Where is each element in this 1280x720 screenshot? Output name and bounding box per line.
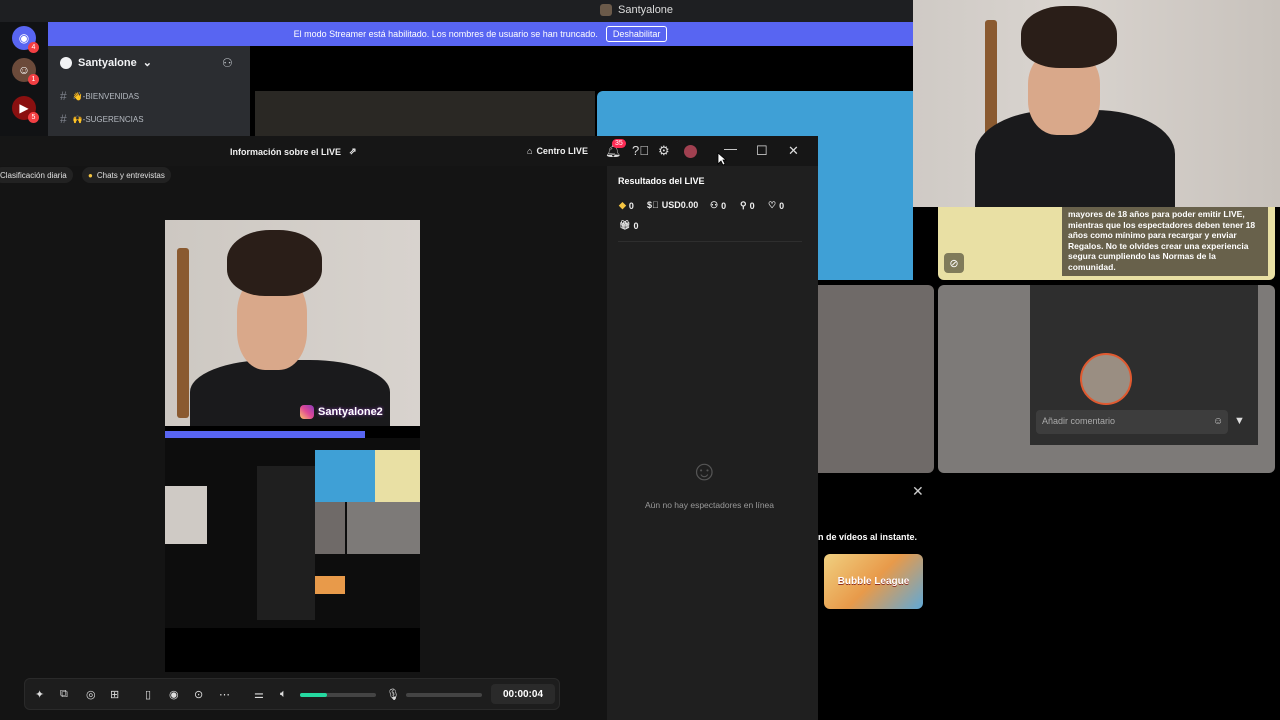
live-info-link[interactable]: Información sobre el LIVE ⇗ [230,146,357,157]
discord-window-title: Santyalone [600,4,673,16]
mic-muted-icon: ⊘ [944,253,964,273]
add-source-icon[interactable]: ⊞ [110,688,119,701]
help-icon[interactable]: ?⃝ [632,143,649,158]
likes-stat: ♡ 0 [768,200,785,211]
coin-icon: ● [88,170,93,180]
preview-tile [315,576,345,594]
disable-streamer-mode-button[interactable]: Deshabilitar [605,26,668,42]
person-hair [227,230,322,296]
effects-icon[interactable]: ◎ [86,688,96,701]
server-icon[interactable]: ▶ 5 [12,96,39,123]
channel-item[interactable]: # 👋-BIENVENIDAS [60,89,139,103]
unread-badge: 5 [28,112,39,123]
discord-home-icon[interactable]: ◉ 4 [12,26,39,53]
close-icon[interactable]: ✕ [912,483,924,500]
volume-level [300,693,327,697]
preview-tile [165,486,207,544]
speaker-icon[interactable]: 🔈︎ [280,688,287,701]
diamonds-stat: ◆ 0 [619,200,634,211]
live-center-button[interactable]: ⌂ Centro LIVE [527,146,588,156]
live-results-panel [607,166,818,720]
emoji-icon[interactable]: ☺ [1213,416,1223,427]
avatar [1080,353,1132,405]
instagram-overlay: Santyalone2 [300,405,383,419]
server-icon[interactable]: ☺ 1 [12,58,39,85]
stream-tile[interactable]: mayores de 18 años para poder emitir LIV… [938,207,1275,280]
share-icon: ⇗ [349,146,357,156]
record-icon[interactable]: ◉ [169,688,179,701]
gear-icon[interactable]: ⚙ [658,143,670,159]
results-title: Resultados del LIVE [618,176,705,186]
layout-icon[interactable]: ⧉ [60,688,68,701]
notification-badge: 35 [612,139,626,148]
preview-tile [315,502,345,554]
server-header[interactable]: Santyalone ⌄ [60,56,152,69]
preview-tile [315,450,375,502]
gifts-stat: 🎁︎ 0 [619,220,639,231]
person-hair [1021,6,1117,68]
phone-icon[interactable]: ▯ [145,688,151,701]
maximize-icon[interactable]: ☐ [756,143,768,159]
close-icon[interactable]: ✕ [788,143,799,159]
heart-icon: ♡ [768,200,777,210]
preview-tile [375,450,420,502]
unread-badge: 1 [28,74,39,85]
chats-chip[interactable]: ● Chats y entrevistas [82,167,171,183]
preview-tile [257,466,315,620]
dollar-icon: $⃝ [647,200,659,210]
share-icon: ⚲ [740,200,747,210]
filter-icon[interactable]: ▼ [1234,415,1245,427]
preview-webcam [165,220,420,426]
daily-ranking-chip[interactable]: Clasificación diaria [0,167,73,183]
live-notice-text: mayores de 18 años para poder emitir LIV… [1062,207,1268,276]
guitar [177,248,189,418]
users-icon: ⚇ [710,200,719,210]
stream-tile[interactable] [818,285,934,473]
webcam-feed [913,0,1280,207]
microphone-icon[interactable]: 🎙︎ [386,688,400,701]
server-icon [60,56,72,69]
preview-banner [165,431,365,438]
preview-screen-capture [165,438,420,628]
viewers-stat: ⚇ 0 [710,200,727,211]
shares-stat: ⚲ 0 [740,200,755,211]
mixer-icon[interactable]: ⚌ [254,688,264,701]
unread-badge: 4 [28,42,39,53]
camera-icon[interactable]: ⊙ [194,688,203,701]
discord-server-rail: ◉ 4 ☺ 1 ▶ 5 [0,22,48,142]
more-icon[interactable]: ⋯ [219,688,230,701]
preview-tile [347,502,420,554]
divider [618,241,802,242]
live-timer: 00:00:04 [491,684,555,704]
promo-game-image[interactable]: Bubble League [824,554,923,609]
server-avatar [600,4,612,16]
diamond-icon: ◆ [619,200,626,210]
stream-tile[interactable] [255,91,595,136]
empty-viewers-icon: ☺ [690,455,719,486]
banner-text: El modo Streamer está habilitado. Los no… [293,29,598,39]
mic-slider[interactable] [406,693,482,697]
add-member-icon[interactable]: ⚇ [222,56,233,70]
instagram-icon [300,405,314,419]
hash-icon: # [60,89,67,103]
promo-text: n de vídeos al instante. [818,532,918,542]
mouse-cursor-icon [717,152,727,166]
hash-icon: # [60,112,67,126]
home-icon: ⌂ [527,146,533,156]
comment-input[interactable]: Añadir comentario [1036,410,1228,434]
discord-titlebar [0,0,913,22]
streamer-mode-banner: El modo Streamer está habilitado. Los no… [48,22,913,46]
gift-icon: 🎁︎ [619,220,631,230]
magic-wand-icon[interactable]: ✦ [35,688,44,701]
empty-viewers-text: Aún no hay espectadores en línea [644,500,774,510]
avatar[interactable] [684,145,697,158]
chevron-down-icon: ⌄ [142,57,152,69]
revenue-stat: $⃝ USD0.00 [647,200,699,210]
channel-item[interactable]: # 🙌-SUGERENCIAS [60,112,144,126]
